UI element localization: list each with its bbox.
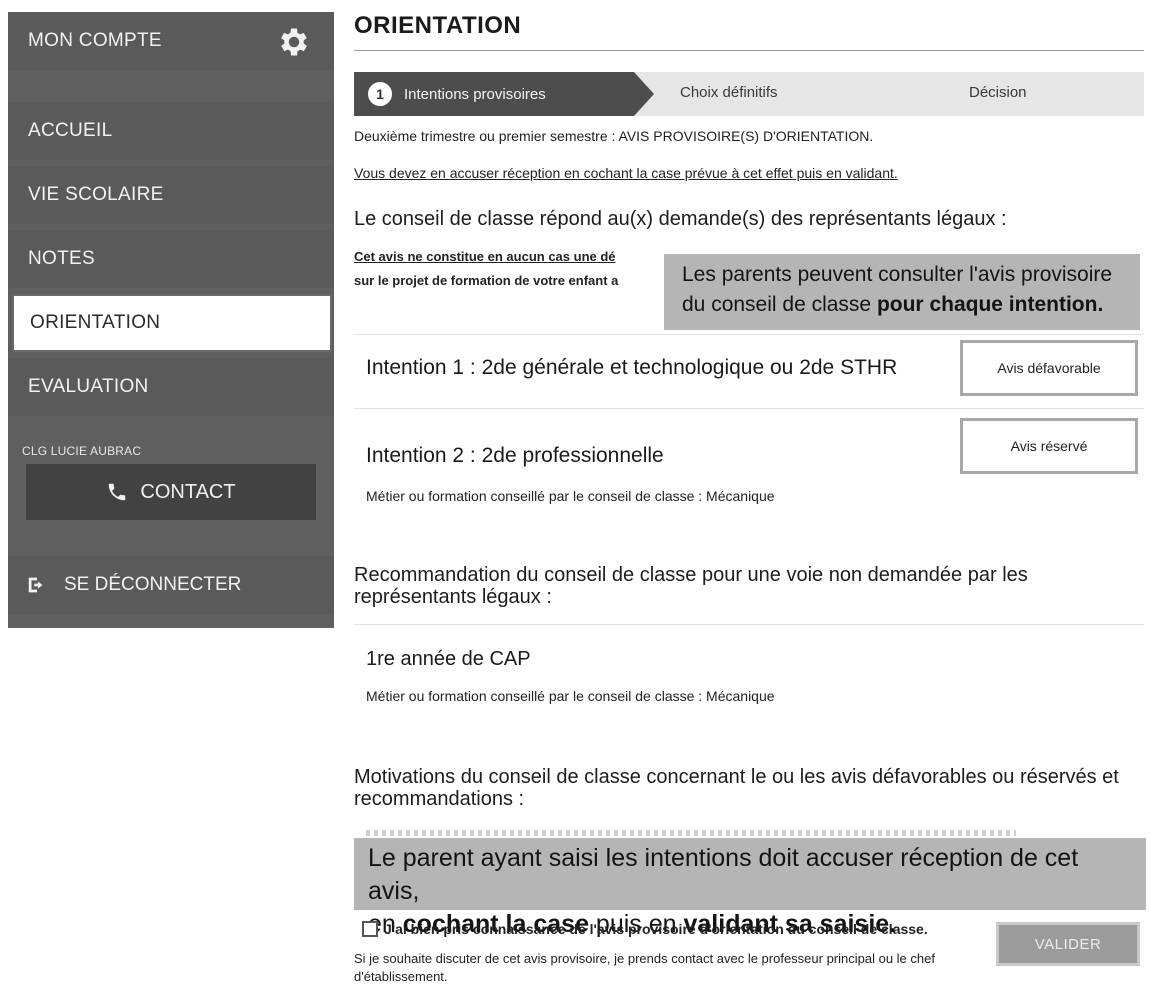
recommendation-heading: Recommandation du conseil de classe pour… [354, 564, 1028, 608]
intention-2: Intention 2 : 2de professionnelle [366, 444, 664, 468]
sidebar-item-grades[interactable]: NOTES [8, 230, 334, 288]
phone-icon [109, 483, 126, 501]
school-name: CLG LUCIE AUBRAC [22, 444, 142, 458]
recommendation-advice: Métier ou formation conseillé par le con… [366, 688, 775, 704]
callout-line: Les parents peuvent consulter l'avis pro… [682, 263, 1113, 286]
acknowledge-checkbox[interactable] [362, 921, 378, 937]
intention-text: : 2de générale et technologique ou 2de S… [464, 356, 898, 379]
callout-text: du conseil de classe [682, 293, 877, 316]
intention-1: Intention 1 : 2de générale et technologi… [366, 356, 897, 380]
avis-badge: Avis défavorable [960, 340, 1138, 396]
intention-prefix: Intention 1 [366, 356, 465, 379]
sidebar-item-home[interactable]: ACCUEIL [8, 102, 334, 160]
logout-icon [28, 577, 43, 593]
sidebar-item-school-life[interactable]: VIE SCOLAIRE [8, 166, 334, 224]
row-divider [354, 334, 1144, 335]
intro-text: Deuxième trimestre ou premier semestre :… [354, 128, 874, 144]
sidebar-item-label: VIE SCOLAIRE [28, 184, 164, 205]
motivations-heading: Motivations du conseil de classe concern… [354, 766, 1119, 810]
warning-text-line1: Cet avis ne constitue en aucun cas une d… [354, 249, 616, 264]
callout-emphasis: pour chaque intention. [876, 293, 1104, 316]
section-heading: Le conseil de classe répond au(x) demand… [354, 208, 1007, 230]
sidebar-item-evaluation[interactable]: EVALUATION [8, 358, 334, 416]
page-title: ORIENTATION [354, 12, 522, 39]
sidebar-item-label: NOTES [28, 248, 95, 269]
contact-note: Si je souhaite discuter de cet avis prov… [354, 951, 935, 984]
avis-badge: Avis réservé [960, 418, 1138, 474]
sidebar-item-label: ACCUEIL [28, 120, 113, 141]
callout-line: du conseil de classe pour chaque intenti… [682, 290, 1122, 320]
sidebar-item-my-account[interactable]: MON COMPTE [8, 12, 334, 70]
sidebar-item-label: EVALUATION [28, 376, 149, 397]
validate-button[interactable]: VALIDER [996, 922, 1140, 966]
logout-label: SE DÉCONNECTER [64, 574, 242, 595]
step-label: Intentions provisoires [404, 85, 546, 103]
sidebar-item-orientation[interactable]: ORIENTATION [12, 294, 332, 352]
logout-button[interactable]: SE DÉCONNECTER [8, 556, 334, 614]
step-provisional-intentions[interactable]: 1 Intentions provisoires [354, 72, 654, 116]
step-decision[interactable]: Décision [969, 84, 1027, 101]
sidebar-item-label: MON COMPTE [28, 30, 162, 51]
checkbox-label[interactable]: J'ai bien pris connaissance de l'avis pr… [384, 921, 928, 937]
intention-prefix: Intention 2 [366, 444, 465, 467]
sidebar-item-label: ORIENTATION [30, 312, 161, 333]
gear-icon[interactable] [276, 24, 312, 60]
warning-text-line2: sur le projet de formation de votre enfa… [354, 273, 619, 288]
callout-acknowledge: Le parent ayant saisi les intentions doi… [354, 838, 1146, 938]
row-divider [354, 624, 1144, 625]
advice-text: Métier ou formation conseillé par le con… [366, 488, 775, 504]
step-number: 1 [368, 82, 392, 106]
instruction-text: Vous devez en accuser réception en cocha… [354, 165, 898, 181]
contact-label: CONTACT [140, 480, 236, 503]
recommendation-title: 1re année de CAP [366, 648, 531, 670]
step-final-choices[interactable]: Choix définitifs [680, 84, 778, 101]
callout-line: Le parent ayant saisi les intentions doi… [368, 844, 1079, 905]
motivations-faded-text [366, 830, 1016, 836]
contact-button[interactable]: CONTACT [26, 464, 316, 520]
callout-consult-avis: Les parents peuvent consulter l'avis pro… [664, 254, 1140, 330]
orientation-stepper: 1 Intentions provisoires Choix définitif… [354, 72, 1144, 116]
sidebar: MON COMPTE ACCUEIL VIE SCOLAIRE NOTES OR… [8, 12, 334, 628]
intention-text: : 2de professionnelle [464, 444, 664, 467]
row-divider [354, 408, 1144, 409]
title-divider [354, 50, 1144, 51]
